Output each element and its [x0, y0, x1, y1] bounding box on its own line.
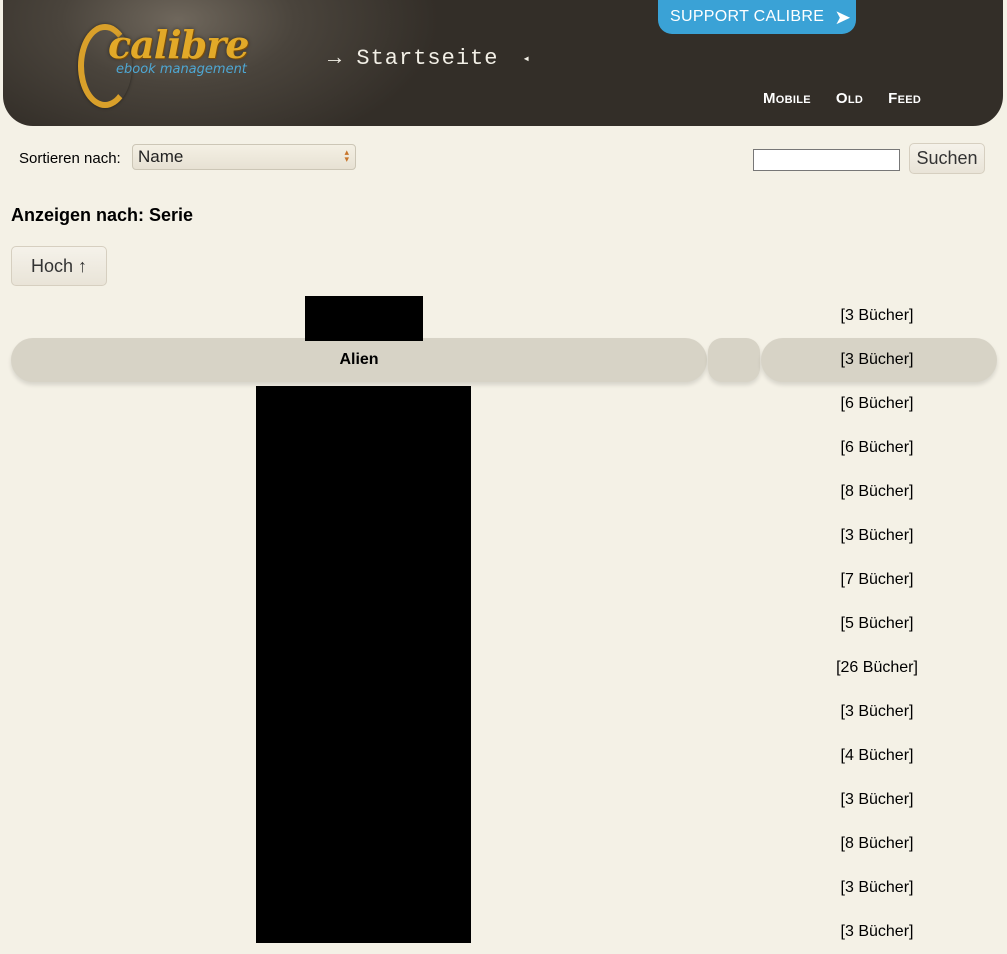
list-item[interactable]: [6 Bücher] — [11, 382, 997, 426]
breadcrumb: → Startseite ◂ — [328, 46, 531, 71]
breadcrumb-arrow-icon: → — [328, 46, 343, 71]
view-heading: Anzeigen nach: Serie — [11, 205, 194, 225]
book-count: [7 Bücher] — [840, 571, 914, 588]
redaction-block — [256, 386, 471, 943]
support-label: SUPPORT CALIBRE — [670, 8, 825, 25]
list-item[interactable]: [8 Bücher] — [11, 822, 997, 866]
book-count: [6 Bücher] — [840, 395, 914, 412]
sort-label: Sortieren nach: — [19, 150, 121, 167]
book-count: [3 Bücher] — [840, 923, 914, 940]
list-item[interactable]: [3 Bücher] — [11, 866, 997, 910]
calibre-logo[interactable]: calibre ebook management — [78, 22, 249, 112]
top-nav: Mobile Old Feed — [763, 90, 921, 107]
breadcrumb-end-icon: ◂ — [522, 51, 531, 66]
book-count: [8 Bücher] — [840, 835, 914, 852]
support-calibre-button[interactable]: SUPPORT CALIBRE ➤ — [658, 0, 856, 34]
list-item[interactable]: [6 Bücher] — [11, 426, 997, 470]
series-name: Alien — [339, 351, 379, 368]
select-caret-icon: ▴ ▾ — [344, 147, 349, 164]
nav-old-link[interactable]: Old — [836, 90, 863, 107]
book-count: [3 Bücher] — [840, 527, 914, 544]
logo-text: calibre — [108, 22, 249, 67]
book-count: [3 Bücher] — [840, 703, 914, 720]
nav-mobile-link[interactable]: Mobile — [763, 90, 811, 107]
list-item[interactable]: [3 Bücher] — [11, 514, 997, 558]
nav-feed-link[interactable]: Feed — [888, 90, 921, 107]
book-count: [5 Bücher] — [840, 615, 914, 632]
search-button[interactable]: Suchen — [909, 143, 985, 174]
list-item[interactable]: [26 Bücher] — [11, 646, 997, 690]
breadcrumb-home-link[interactable]: Startseite — [356, 46, 498, 71]
book-count: [8 Bücher] — [840, 483, 914, 500]
book-count: [3 Bücher] — [840, 307, 914, 324]
book-count: [6 Bücher] — [840, 439, 914, 456]
header-bar: calibre ebook management → Startseite ◂ … — [3, 0, 1003, 126]
arrow-right-icon: ➤ — [834, 6, 852, 29]
sort-select[interactable]: Name ▴ ▾ — [132, 144, 356, 170]
logo-subtitle: ebook management — [116, 62, 247, 77]
book-count: [4 Bücher] — [840, 747, 914, 764]
sort-value: Name — [138, 147, 184, 166]
book-count: [3 Bücher] — [840, 879, 914, 896]
redaction-block — [305, 296, 423, 341]
search-input[interactable] — [753, 149, 900, 171]
book-count: [3 Bücher] — [840, 791, 914, 808]
list-item[interactable]: [3 Bücher] — [11, 294, 997, 338]
list-item[interactable]: [3 Bücher] — [11, 690, 997, 734]
list-item-highlighted[interactable]: Alien [3 Bücher] — [11, 338, 997, 382]
list-item[interactable]: [3 Bücher] — [11, 910, 997, 954]
list-item[interactable]: [4 Bücher] — [11, 734, 997, 778]
list-item[interactable]: [5 Bücher] — [11, 602, 997, 646]
book-count: [3 Bücher] — [840, 351, 914, 368]
list-item[interactable]: [7 Bücher] — [11, 558, 997, 602]
list-item[interactable]: [8 Bücher] — [11, 470, 997, 514]
list-item[interactable]: [3 Bücher] — [11, 778, 997, 822]
row-segment-middle — [708, 338, 760, 382]
book-count: [26 Bücher] — [836, 659, 918, 676]
up-button[interactable]: Hoch ↑ — [11, 246, 107, 286]
